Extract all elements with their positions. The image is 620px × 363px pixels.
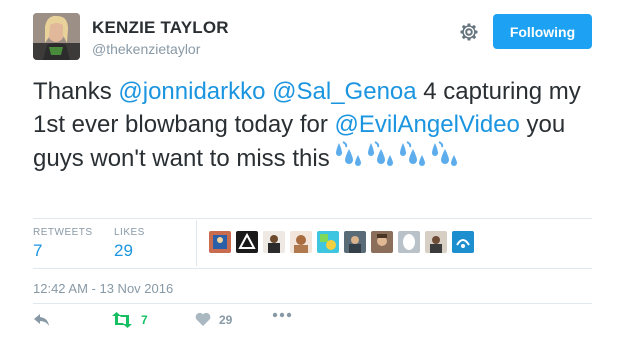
liker-avatar[interactable] xyxy=(371,231,393,253)
likes-label: LIKES xyxy=(114,227,145,238)
user-name[interactable]: KENZIE TAYLOR xyxy=(92,18,229,38)
tweet-card: KENZIE TAYLOR @thekenzietaylor Following… xyxy=(0,0,620,363)
reply-icon xyxy=(33,312,51,328)
liker-avatar[interactable] xyxy=(236,231,258,253)
divider xyxy=(33,218,592,219)
liker-avatar[interactable] xyxy=(452,231,474,253)
mention-link[interactable]: @Sal_Genoa xyxy=(272,78,416,105)
likes-count[interactable]: 29 xyxy=(114,241,145,261)
retweet-count-action: 7 xyxy=(141,313,148,327)
like-count-action: 29 xyxy=(219,312,233,327)
avatar[interactable] xyxy=(33,13,80,60)
liker-avatar[interactable] xyxy=(344,231,366,253)
retweet-icon xyxy=(111,312,133,328)
tweet-text: Thanks @jonnidarkko @Sal_Genoa 4 capturi… xyxy=(33,76,603,176)
liker-avatar[interactable] xyxy=(425,231,447,253)
retweets-stat[interactable]: RETWEETS 7 xyxy=(33,227,93,261)
liker-avatar[interactable] xyxy=(209,231,231,253)
sweat-droplets-emoji xyxy=(333,141,459,169)
tweet-text-part: Thanks xyxy=(33,78,119,105)
more-button[interactable] xyxy=(272,312,292,318)
following-button[interactable]: Following xyxy=(493,14,592,49)
like-button[interactable]: 29 xyxy=(195,312,232,327)
mention-link[interactable]: @EvilAngelVideo xyxy=(335,111,520,138)
liker-avatar[interactable] xyxy=(398,231,420,253)
heart-icon xyxy=(195,312,211,327)
divider xyxy=(33,303,592,304)
gear-icon[interactable] xyxy=(457,20,481,44)
mention-link[interactable]: @jonnidarkko xyxy=(118,78,265,105)
reply-button[interactable] xyxy=(33,312,51,328)
likes-stat[interactable]: LIKES 29 xyxy=(114,227,145,261)
divider xyxy=(33,268,592,269)
liker-avatar[interactable] xyxy=(317,231,339,253)
retweet-button[interactable]: 7 xyxy=(111,312,148,328)
stats-separator xyxy=(196,220,197,266)
more-icon xyxy=(272,312,292,318)
liker-avatar[interactable] xyxy=(290,231,312,253)
tweet-timestamp[interactable]: 12:42 AM - 13 Nov 2016 xyxy=(33,281,173,296)
liker-avatar[interactable] xyxy=(263,231,285,253)
retweets-count[interactable]: 7 xyxy=(33,241,93,261)
likers-list xyxy=(209,231,474,253)
user-handle[interactable]: @thekenzietaylor xyxy=(92,41,200,57)
retweets-label: RETWEETS xyxy=(33,227,93,238)
